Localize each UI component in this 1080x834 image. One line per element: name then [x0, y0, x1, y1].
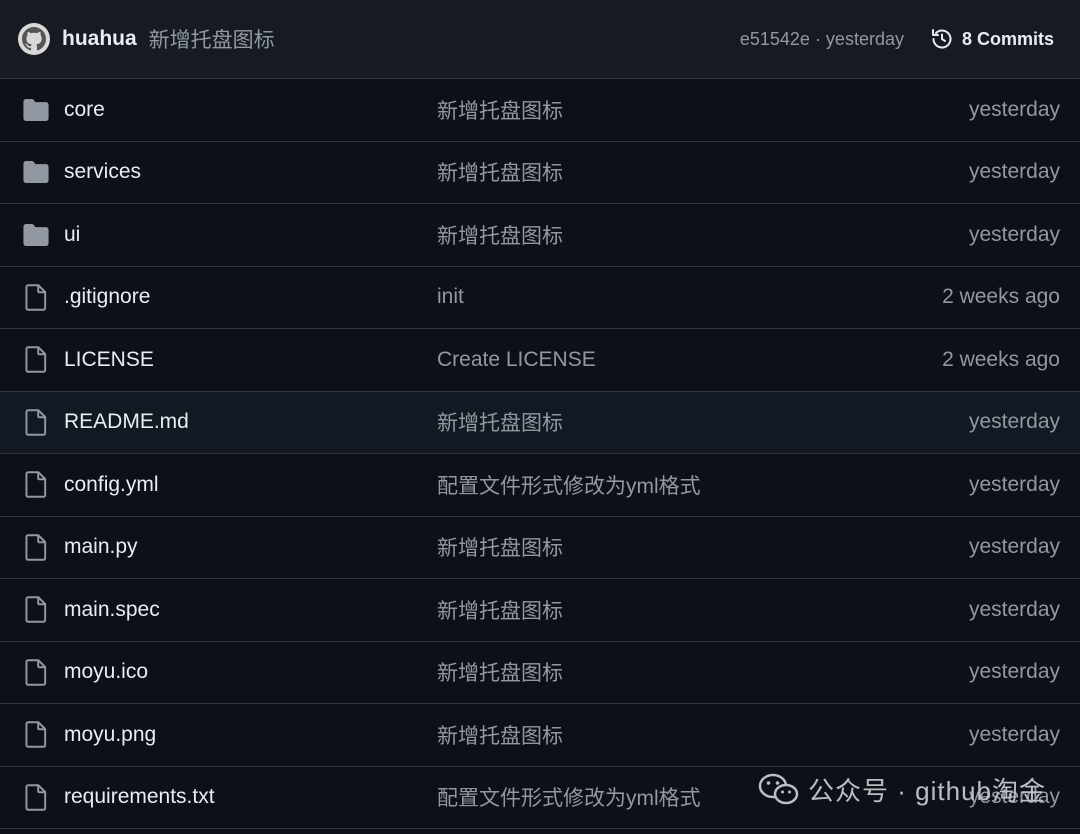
file-commit-message[interactable]: 新增托盘图标: [437, 220, 969, 250]
file-name-link[interactable]: main.spec: [64, 598, 437, 622]
file-icon: [22, 533, 50, 561]
file-commit-message[interactable]: 新增托盘图标: [437, 532, 969, 562]
file-commit-date: yesterday: [968, 160, 1060, 184]
file-row[interactable]: LICENSE Create LICENSE 2 weeks ago: [0, 329, 1080, 392]
file-commit-message[interactable]: init: [437, 285, 942, 309]
file-commit-message[interactable]: 新增托盘图标: [437, 595, 969, 625]
file-name-link[interactable]: config.yml: [64, 473, 437, 497]
latest-commit-bar: huahua 新增托盘图标 e51542e · yesterday 8 Comm…: [0, 0, 1080, 79]
file-row[interactable]: moyu.ico 新增托盘图标 yesterday: [0, 642, 1080, 704]
file-name-link[interactable]: README.md: [64, 410, 437, 434]
file-icon: [22, 596, 50, 624]
file-commit-message[interactable]: 新增托盘图标: [437, 95, 969, 125]
file-name-link[interactable]: moyu.ico: [64, 660, 437, 684]
file-name-link[interactable]: main.py: [64, 535, 437, 559]
avatar[interactable]: [18, 23, 50, 55]
file-icon: [22, 346, 50, 374]
file-commit-date: 2 weeks ago: [942, 347, 1060, 371]
history-icon: [931, 29, 952, 49]
folder-icon: [22, 221, 50, 249]
file-name-link[interactable]: ui: [64, 223, 437, 247]
file-icon: [22, 783, 50, 811]
file-icon: [22, 471, 50, 499]
file-row[interactable]: config.yml 配置文件形式修改为yml格式 yesterday: [0, 454, 1080, 517]
repo-file-browser: huahua 新增托盘图标 e51542e · yesterday 8 Comm…: [0, 0, 1080, 834]
file-row[interactable]: core 新增托盘图标 yesterday: [0, 79, 1080, 142]
file-list: core 新增托盘图标 yesterday services 新增托盘图标 yesterd…: [0, 79, 1080, 829]
file-name-link[interactable]: requirements.txt: [64, 785, 437, 809]
file-commit-message[interactable]: 新增托盘图标: [437, 657, 969, 687]
file-commit-date: yesterday: [968, 660, 1060, 684]
file-icon: [22, 721, 50, 749]
file-name-link[interactable]: core: [64, 98, 437, 122]
commit-author[interactable]: huahua: [62, 27, 137, 51]
file-name-link[interactable]: services: [64, 160, 437, 184]
file-commit-date: yesterday: [968, 535, 1060, 559]
file-row[interactable]: .gitignore init 2 weeks ago: [0, 267, 1080, 329]
file-commit-message[interactable]: 新增托盘图标: [437, 157, 969, 187]
github-octocat-icon: [22, 27, 46, 51]
folder-icon: [22, 96, 50, 124]
file-name-link[interactable]: moyu.png: [64, 723, 437, 747]
file-commit-date: yesterday: [968, 97, 1060, 121]
file-row[interactable]: moyu.png 新增托盘图标 yesterday: [0, 704, 1080, 767]
file-row[interactable]: main.py 新增托盘图标 yesterday: [0, 517, 1080, 579]
wechat-icon: [758, 773, 799, 804]
file-commit-message[interactable]: Create LICENSE: [437, 348, 942, 372]
file-commit-date: yesterday: [968, 472, 1060, 496]
folder-icon: [22, 158, 50, 186]
file-row[interactable]: ui 新增托盘图标 yesterday: [0, 204, 1080, 267]
file-commit-date: yesterday: [968, 410, 1060, 434]
file-commit-date: yesterday: [968, 222, 1060, 246]
file-commit-message[interactable]: 配置文件形式修改为yml格式: [437, 470, 969, 500]
commit-hash-time[interactable]: e51542e · yesterday: [740, 29, 904, 50]
file-commit-date: yesterday: [968, 722, 1060, 746]
file-row[interactable]: README.md 新增托盘图标 yesterday: [0, 391, 1080, 454]
commits-count-label: 8 Commits: [961, 28, 1054, 49]
watermark: 公众号 · github淘金: [758, 771, 1046, 808]
file-commit-message[interactable]: 新增托盘图标: [437, 407, 969, 437]
latest-commit-message[interactable]: 新增托盘图标: [149, 24, 275, 54]
file-commit-message[interactable]: 新增托盘图标: [437, 720, 969, 750]
file-row[interactable]: services 新增托盘图标 yesterday: [0, 142, 1080, 204]
watermark-text: 公众号 · github淘金: [808, 776, 1046, 806]
file-commit-date: yesterday: [968, 597, 1060, 621]
commits-history-link[interactable]: 8 Commits: [930, 27, 1054, 51]
file-icon: [22, 658, 50, 686]
file-name-link[interactable]: LICENSE: [64, 348, 437, 372]
file-commit-date: 2 weeks ago: [942, 285, 1060, 309]
file-icon: [22, 283, 50, 311]
file-row[interactable]: main.spec 新增托盘图标 yesterday: [0, 579, 1080, 642]
file-name-link[interactable]: .gitignore: [64, 285, 437, 309]
file-icon: [22, 408, 50, 436]
